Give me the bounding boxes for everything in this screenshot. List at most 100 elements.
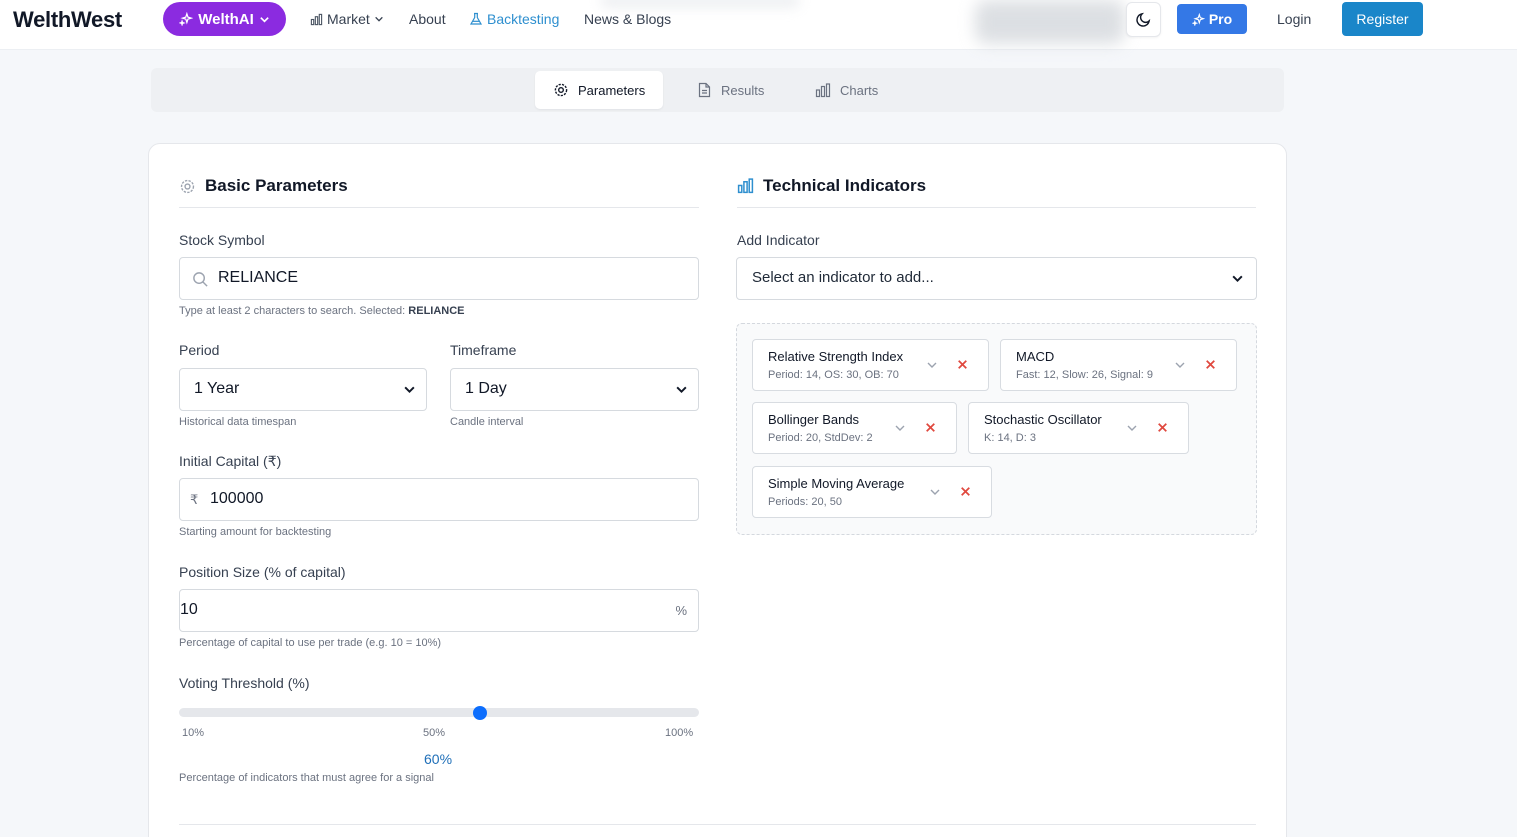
indicator-name: Relative Strength Index	[768, 349, 904, 364]
blurred-overlay	[975, 0, 1125, 44]
chevron-down-icon	[675, 383, 688, 396]
slider-max-label: 100%	[665, 727, 694, 739]
indicator-params: K: 14, D: 3	[984, 432, 1036, 444]
slider-mid-label: 50%	[423, 727, 446, 739]
technical-indicators-heading: Technical Indicators	[737, 176, 926, 196]
theme-toggle-button[interactable]	[1126, 2, 1161, 37]
initial-capital-input[interactable]: ₹ 100000	[179, 478, 699, 521]
settings-icon	[553, 82, 569, 98]
nav-news-blogs[interactable]: News & Blogs	[584, 11, 671, 27]
slider-min-label: 10%	[182, 727, 205, 739]
timeframe-label: Timeframe	[450, 342, 517, 358]
period-select[interactable]: 1 Year	[179, 368, 427, 411]
chevron-down-icon	[259, 14, 270, 25]
chevron-down-icon[interactable]	[1174, 359, 1186, 371]
chevron-down-icon	[1231, 272, 1244, 285]
timeframe-value: 1 Day	[465, 380, 507, 397]
stock-symbol-selected: RELIANCE	[408, 305, 465, 317]
nav-market[interactable]: Market	[310, 11, 384, 27]
tab-parameters[interactable]: Parameters	[535, 71, 664, 109]
file-text-icon	[697, 82, 712, 98]
section-divider	[179, 207, 699, 208]
initial-capital-label: Initial Capital (₹)	[179, 453, 282, 469]
remove-icon[interactable]	[956, 358, 969, 371]
timeframe-select[interactable]: 1 Day	[450, 368, 699, 411]
welthai-label: WelthAI	[198, 10, 254, 28]
period-label: Period	[179, 342, 220, 358]
top-navbar: WelthWest WelthAI Market About Backtesti…	[0, 0, 1517, 50]
indicator-chip[interactable]: MACD Fast: 12, Slow: 26, Signal: 9	[1000, 339, 1237, 391]
timeframe-hint: Candle interval	[450, 416, 524, 428]
welthai-button[interactable]: WelthAI	[163, 2, 286, 36]
indicator-chip[interactable]: Simple Moving Average Periods: 20, 50	[752, 466, 992, 518]
remove-icon[interactable]	[959, 485, 972, 498]
sparkles-icon	[1191, 12, 1205, 26]
basic-parameters-title: Basic Parameters	[205, 176, 348, 195]
voting-threshold-label: Voting Threshold (%)	[179, 675, 310, 691]
add-indicator-label: Add Indicator	[737, 232, 820, 248]
position-size-input[interactable]: 10 %	[179, 589, 699, 632]
slider-handle[interactable]	[473, 706, 488, 720]
indicator-params: Period: 20, StdDev: 2	[768, 432, 873, 444]
add-indicator-select[interactable]: Select an indicator to add...	[736, 257, 1257, 300]
logo[interactable]: WelthWest	[13, 7, 122, 33]
search-icon	[192, 271, 209, 288]
initial-capital-hint: Starting amount for backtesting	[179, 526, 332, 538]
stock-symbol-hint: Type at least 2 characters to search. Se…	[179, 305, 465, 317]
basic-parameters-heading: Basic Parameters	[179, 176, 348, 196]
indicator-name: Stochastic Oscillator	[984, 412, 1102, 427]
position-size-label: Position Size (% of capital)	[179, 564, 346, 580]
period-value: 1 Year	[194, 380, 240, 397]
percent-suffix: %	[675, 603, 687, 618]
blurred-overlay	[600, 0, 800, 8]
tab-bar: Parameters Results Charts	[151, 68, 1284, 112]
sparkles-icon	[179, 12, 194, 26]
add-indicator-placeholder: Select an indicator to add...	[752, 269, 934, 286]
indicator-params: Period: 14, OS: 30, OB: 70	[768, 369, 899, 381]
voting-threshold-value: 60%	[424, 751, 453, 767]
nav-backtesting-label: Backtesting	[487, 11, 560, 27]
tab-parameters-label: Parameters	[578, 82, 646, 98]
indicator-chip[interactable]: Bollinger Bands Period: 20, StdDev: 2	[752, 402, 957, 454]
pro-label: Pro	[1208, 11, 1233, 27]
indicator-chip[interactable]: Relative Strength Index Period: 14, OS: …	[752, 339, 989, 391]
period-hint: Historical data timespan	[179, 416, 297, 428]
nav-market-label: Market	[327, 11, 370, 27]
tab-results-label: Results	[721, 82, 765, 98]
tab-charts[interactable]: Charts	[815, 71, 878, 109]
chevron-down-icon	[374, 14, 384, 24]
indicator-params: Periods: 20, 50	[768, 496, 842, 508]
register-button[interactable]: Register	[1342, 2, 1423, 36]
flask-icon	[469, 12, 483, 26]
indicator-name: MACD	[1016, 349, 1055, 364]
remove-icon[interactable]	[1156, 421, 1169, 434]
tab-results[interactable]: Results	[697, 71, 764, 109]
section-divider	[179, 824, 1256, 825]
chevron-down-icon[interactable]	[1126, 422, 1138, 434]
stock-symbol-input[interactable]: RELIANCE	[179, 257, 699, 300]
pro-button[interactable]: Pro	[1177, 4, 1247, 34]
chevron-down-icon[interactable]	[894, 422, 906, 434]
indicator-name: Simple Moving Average	[768, 476, 905, 491]
nav-about[interactable]: About	[409, 11, 446, 27]
indicator-name: Bollinger Bands	[768, 412, 860, 427]
chevron-down-icon[interactable]	[929, 486, 941, 498]
remove-icon[interactable]	[1204, 358, 1217, 371]
indicator-chip[interactable]: Stochastic Oscillator K: 14, D: 3	[968, 402, 1189, 454]
stock-symbol-value: RELIANCE	[218, 269, 299, 286]
section-divider	[737, 207, 1256, 208]
remove-icon[interactable]	[924, 421, 937, 434]
voting-threshold-slider[interactable]	[179, 708, 699, 717]
nav-backtesting[interactable]: Backtesting	[469, 11, 559, 27]
bar-chart-icon	[737, 178, 754, 194]
stock-symbol-label: Stock Symbol	[179, 232, 265, 248]
bar-chart-icon	[310, 13, 323, 26]
rupee-prefix: ₹	[190, 492, 199, 507]
chevron-down-icon[interactable]	[926, 359, 938, 371]
position-size-hint: Percentage of capital to use per trade (…	[179, 637, 442, 649]
bar-chart-icon	[815, 82, 831, 98]
login-link[interactable]: Login	[1277, 11, 1311, 27]
technical-indicators-title: Technical Indicators	[763, 176, 927, 195]
voting-threshold-hint: Percentage of indicators that must agree…	[179, 772, 434, 784]
chevron-down-icon	[403, 383, 416, 396]
